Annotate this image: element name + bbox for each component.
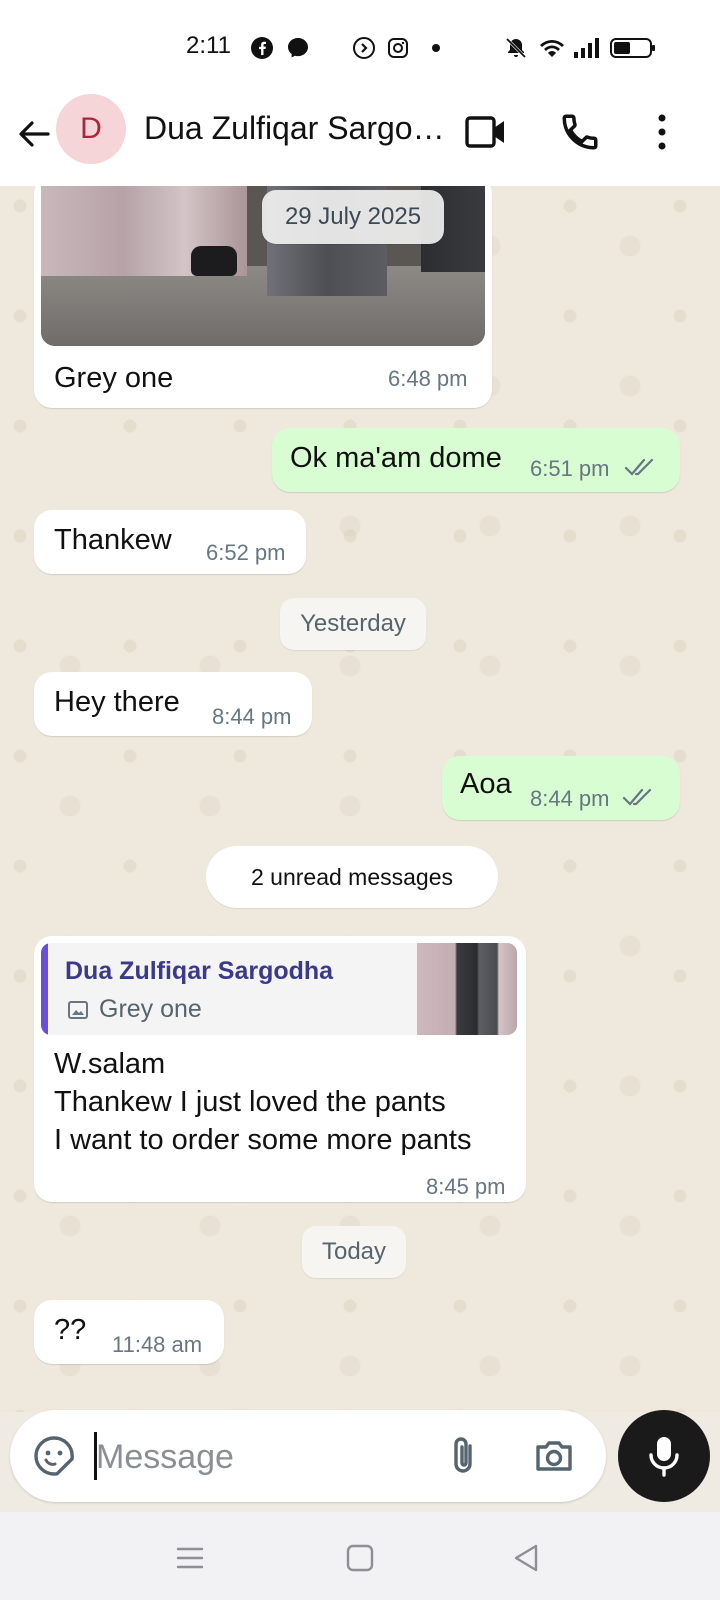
chat-thread[interactable]: 29 July 2025 Grey one 6:48 pm Ok ma'am d… bbox=[0, 186, 720, 1412]
text-cursor bbox=[94, 1432, 97, 1480]
quoted-photo-thumbnail bbox=[417, 943, 517, 1035]
message-time: 6:48 pm bbox=[388, 366, 468, 391]
microphone-icon bbox=[649, 1437, 679, 1477]
quoted-message[interactable]: Dua Zulfiqar Sargodha Grey one bbox=[41, 943, 517, 1035]
message-time: 6:51 pm bbox=[530, 456, 610, 481]
avatar[interactable]: D bbox=[56, 94, 126, 164]
read-ticks-icon bbox=[624, 458, 654, 476]
message-text: Aoa bbox=[460, 768, 512, 800]
messenger-icon bbox=[288, 38, 308, 58]
instagram-icon bbox=[388, 38, 408, 58]
outgoing-message-bubble[interactable]: Aoa 8:44 pm bbox=[442, 756, 680, 820]
message-time: 11:48 am bbox=[112, 1332, 203, 1357]
message-line-2: Thankew I just loved the pants bbox=[54, 1086, 446, 1118]
photo-floor bbox=[41, 266, 485, 346]
camera-icon[interactable] bbox=[530, 1432, 578, 1480]
message-line-3: I want to order some more pants bbox=[54, 1124, 472, 1156]
message-line-1: W.salam bbox=[54, 1048, 166, 1080]
system-navigation-bar bbox=[0, 1512, 720, 1600]
facebook-icon bbox=[251, 37, 273, 59]
signal-icon bbox=[574, 38, 599, 58]
status-bar: 2:11 bbox=[0, 0, 720, 90]
message-text: ?? bbox=[54, 1314, 87, 1346]
message-time: 8:45 pm bbox=[426, 1174, 506, 1199]
voice-call-button[interactable] bbox=[554, 106, 606, 158]
wifi-icon bbox=[540, 40, 564, 57]
date-divider-today: Today bbox=[302, 1226, 406, 1278]
date-divider-yesterday: Yesterday bbox=[280, 598, 426, 650]
message-time: 8:44 pm bbox=[212, 704, 292, 729]
more-options-button[interactable] bbox=[636, 106, 688, 158]
voice-message-button[interactable] bbox=[618, 1410, 710, 1502]
date-overlay-chip: 29 July 2025 bbox=[262, 190, 444, 244]
image-message-bubble[interactable]: 29 July 2025 Grey one 6:48 pm bbox=[34, 186, 492, 408]
kebab-menu-icon bbox=[658, 114, 666, 150]
message-time: 6:52 pm bbox=[206, 540, 286, 565]
message-input[interactable] bbox=[94, 1428, 428, 1486]
chat-header: D Dua Zulfiqar Sargodha bbox=[0, 90, 720, 186]
message-text: Ok ma'am dome bbox=[290, 442, 502, 474]
message-time: 8:44 pm bbox=[530, 786, 610, 811]
shazam-icon bbox=[353, 37, 375, 59]
mute-icon bbox=[505, 37, 527, 59]
avatar-letter: D bbox=[80, 112, 102, 145]
home-icon[interactable] bbox=[338, 1536, 382, 1580]
read-ticks-icon bbox=[622, 788, 652, 806]
quoted-text: Grey one bbox=[99, 995, 202, 1023]
battery-icon bbox=[610, 38, 655, 58]
photo-shoe bbox=[191, 246, 237, 276]
attach-icon[interactable] bbox=[440, 1432, 488, 1480]
status-time: 2:11 bbox=[186, 32, 231, 59]
image-caption: Grey one bbox=[54, 362, 174, 394]
image-icon bbox=[68, 1001, 88, 1019]
quote-accent-bar bbox=[41, 943, 48, 1035]
phone-icon bbox=[562, 114, 598, 150]
incoming-message-bubble[interactable]: Hey there 8:44 pm bbox=[34, 672, 312, 736]
message-composer bbox=[10, 1410, 606, 1502]
recent-apps-icon[interactable] bbox=[168, 1536, 212, 1580]
quoted-sender-name: Dua Zulfiqar Sargodha bbox=[65, 957, 334, 985]
message-text: Hey there bbox=[54, 686, 180, 718]
outgoing-message-bubble[interactable]: Ok ma'am dome 6:51 pm bbox=[272, 428, 680, 492]
incoming-message-bubble[interactable]: ?? 11:48 am bbox=[34, 1300, 224, 1364]
back-arrow-icon[interactable] bbox=[14, 114, 54, 154]
dot-icon bbox=[432, 44, 440, 52]
message-text: Thankew bbox=[54, 524, 172, 556]
video-camera-icon bbox=[465, 116, 504, 148]
unread-messages-banner: 2 unread messages bbox=[206, 846, 498, 908]
video-call-button[interactable] bbox=[460, 106, 512, 158]
contact-name[interactable]: Dua Zulfiqar Sargodha bbox=[144, 110, 450, 147]
sticker-icon[interactable] bbox=[30, 1432, 78, 1480]
reply-message-bubble[interactable]: Dua Zulfiqar Sargodha Grey one W.salam T… bbox=[34, 936, 526, 1202]
back-icon[interactable] bbox=[504, 1536, 548, 1580]
incoming-message-bubble[interactable]: Thankew 6:52 pm bbox=[34, 510, 306, 574]
